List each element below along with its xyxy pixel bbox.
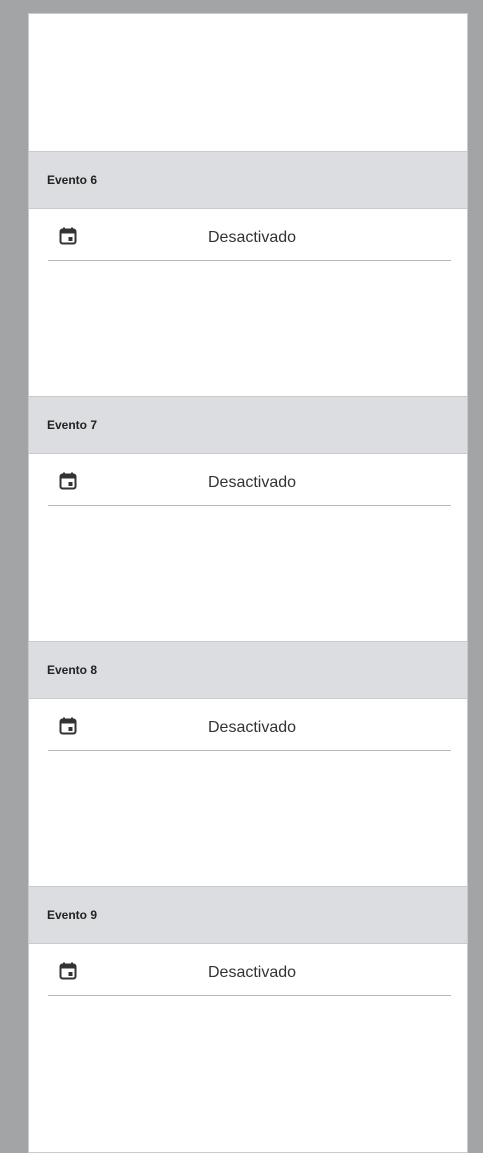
calendar-icon (59, 227, 77, 245)
event-6-section: Evento 6 Desactivado (29, 151, 467, 261)
event-9-section: Evento 9 Desactivado (29, 886, 467, 996)
event-7-status: Desactivado (208, 474, 297, 491)
calendar-icon (59, 717, 77, 735)
event-9-title: Evento 9 (47, 908, 98, 922)
event-9-header: Evento 9 (29, 886, 467, 944)
event-9-schedule-row[interactable]: Desactivado (48, 944, 451, 996)
event-8-schedule-row[interactable]: Desactivado (48, 699, 451, 751)
calendar-icon (59, 472, 77, 490)
event-8-section: Evento 8 Desactivado (29, 641, 467, 751)
event-7-header: Evento 7 (29, 396, 467, 454)
event-6-status: Desactivado (208, 229, 297, 246)
event-8-status: Desactivado (208, 719, 297, 736)
event-6-title: Evento 6 (47, 173, 98, 187)
event-6-header: Evento 6 (29, 151, 467, 209)
event-6-schedule-row[interactable]: Desactivado (48, 209, 451, 261)
event-9-status: Desactivado (208, 964, 297, 981)
event-7-section: Evento 7 Desactivado (29, 396, 467, 506)
event-7-schedule-row[interactable]: Desactivado (48, 454, 451, 506)
event-7-title: Evento 7 (47, 418, 98, 432)
events-panel: Evento 6 Desactivado Evento 7 Desactivad… (28, 13, 468, 1153)
event-8-header: Evento 8 (29, 641, 467, 699)
calendar-icon (59, 962, 77, 980)
event-8-title: Evento 8 (47, 663, 98, 677)
